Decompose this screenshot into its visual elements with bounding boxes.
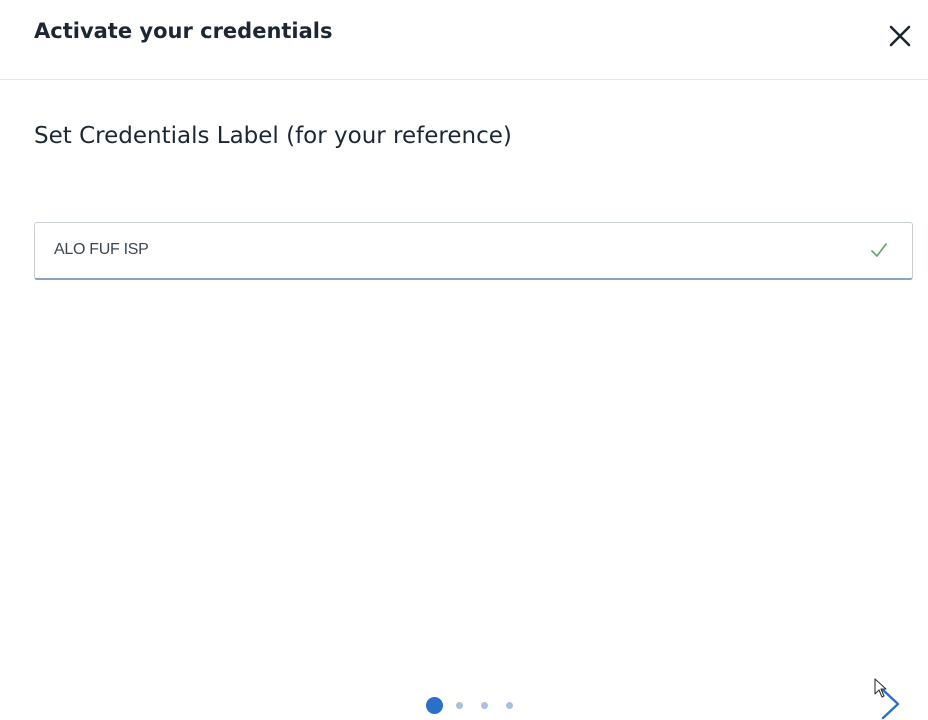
step-dot-active[interactable] bbox=[426, 696, 443, 714]
close-icon bbox=[889, 25, 911, 47]
dialog-header: Activate your credentials bbox=[0, 0, 928, 80]
step-dot[interactable] bbox=[481, 701, 488, 709]
step-indicator bbox=[426, 696, 531, 714]
step-dot[interactable] bbox=[456, 701, 463, 709]
credentials-label-field[interactable] bbox=[34, 222, 913, 280]
activate-credentials-dialog: Activate your credentials Set Credential… bbox=[0, 0, 928, 720]
dialog-title: Activate your credentials bbox=[34, 19, 333, 43]
close-button[interactable] bbox=[882, 20, 918, 52]
checkmark-icon bbox=[871, 243, 887, 257]
mouse-cursor-icon bbox=[874, 678, 887, 698]
step-dot[interactable] bbox=[506, 701, 513, 709]
credentials-label-input[interactable] bbox=[35, 223, 855, 277]
credentials-label-heading: Set Credentials Label (for your referenc… bbox=[34, 123, 512, 149]
